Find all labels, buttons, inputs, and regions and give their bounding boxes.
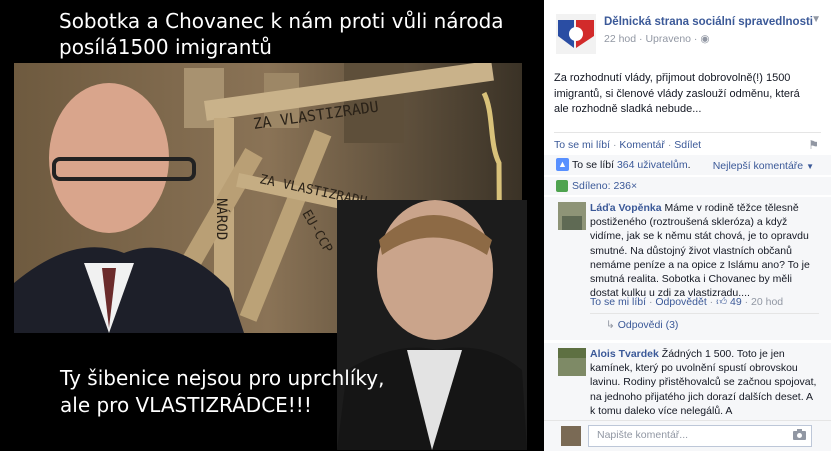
comment-composer: Napište komentář... bbox=[544, 420, 831, 451]
divider bbox=[590, 313, 819, 314]
thumbs-up-icon: 👍︎ bbox=[716, 296, 728, 308]
divider bbox=[554, 132, 821, 133]
comment: Alois Tvardek Žádných 1 500. Toto je jen… bbox=[544, 343, 831, 420]
post-meta: 22 hod · Upraveno · ◉ bbox=[604, 33, 710, 45]
post-text: Za rozhodnutí vlády, přijmout dobrovolně… bbox=[554, 72, 800, 115]
comment-avatar[interactable] bbox=[558, 348, 586, 376]
meme-caption-top: Sobotka a Chovanec k nám proti vůli náro… bbox=[59, 8, 529, 60]
flag-icon[interactable]: ⚑ bbox=[808, 138, 819, 152]
comment-body: Láďa Vopěnka Máme v rodině těžce tělesně… bbox=[590, 201, 818, 300]
reply-arrow-icon: ↳ bbox=[606, 319, 615, 331]
chevron-down-icon[interactable]: ▼ bbox=[811, 14, 821, 25]
comment-like-count[interactable]: 49 bbox=[730, 296, 742, 308]
comment: Láďa Vopěnka Máme v rodině těžce tělesně… bbox=[544, 197, 831, 340]
like-button[interactable]: To se mi líbí bbox=[554, 139, 610, 151]
page-name-link[interactable]: Dělnická strana sociální spravedlnosti bbox=[604, 16, 813, 28]
likes-suffix: . bbox=[687, 159, 691, 171]
globe-icon: ◉ bbox=[700, 33, 710, 45]
meme-caption-bottom-line2: ale pro VLASTIZRÁDCE!!! bbox=[60, 393, 312, 417]
meme-caption-bottom-line1: Ty šibenice nejsou pro uprchlíky, bbox=[60, 366, 385, 390]
likes-prefix: To se líbí bbox=[572, 159, 617, 171]
comment-sort-dropdown[interactable]: Nejlepší komentáře ▼ bbox=[713, 160, 814, 172]
comment-author-link[interactable]: Alois Tvardek bbox=[590, 348, 659, 360]
comment-text: Máme v rodině těžce tělesně postiženého … bbox=[590, 202, 810, 300]
comment-input[interactable]: Napište komentář... bbox=[588, 425, 812, 447]
likes-summary: ▲ To se líbí 364 uživatelům. Nejlepší ko… bbox=[544, 155, 831, 175]
thumbs-up-icon: ▲ bbox=[556, 158, 569, 171]
comment-avatar[interactable] bbox=[558, 202, 586, 230]
likes-count-link[interactable]: 364 uživatelům bbox=[617, 159, 688, 171]
comment-input-placeholder: Napište komentář... bbox=[597, 429, 689, 441]
share-button[interactable]: Sdílet bbox=[674, 139, 701, 151]
comment-reply-button[interactable]: Odpovědět bbox=[655, 296, 706, 308]
comment-body: Alois Tvardek Žádných 1 500. Toto je jen… bbox=[590, 347, 818, 418]
shares-summary: Sdíleno: 236× bbox=[544, 177, 831, 195]
camera-icon[interactable] bbox=[793, 429, 806, 440]
post-time[interactable]: 22 hod bbox=[604, 33, 636, 45]
post-edited[interactable]: Upraveno bbox=[645, 33, 691, 45]
post-panel: Dělnická strana sociální spravedlnosti 2… bbox=[544, 0, 831, 451]
comment-time[interactable]: 20 hod bbox=[751, 296, 783, 308]
share-icon bbox=[556, 180, 568, 192]
meme-caption-bottom: Ty šibenice nejsou pro uprchlíky, ale pr… bbox=[60, 365, 390, 419]
user-avatar bbox=[561, 426, 581, 446]
caret-down-icon: ▼ bbox=[806, 162, 814, 171]
view-replies-label: Odpovědi (3) bbox=[617, 319, 679, 331]
comment-button[interactable]: Komentář bbox=[619, 139, 665, 151]
shares-count-link[interactable]: Sdíleno: 236× bbox=[572, 180, 637, 192]
meme-caption-top-line2: posílá1500 imigrantů bbox=[59, 35, 272, 59]
view-replies-link[interactable]: ↳ Odpovědi (3) bbox=[606, 319, 678, 331]
comment-sort-label: Nejlepší komentáře bbox=[712, 160, 804, 172]
meme-caption-top-line1: Sobotka a Chovanec k nám proti vůli náro… bbox=[59, 9, 504, 33]
comment-meta: To se mi líbí · Odpovědět · 👍︎ 49 · 20 h… bbox=[590, 296, 784, 308]
gallows-text-2: NÁROD bbox=[213, 198, 230, 240]
comment-author-link[interactable]: Láďa Vopěnka bbox=[590, 202, 662, 214]
meme-image[interactable]: ZA VLASTIZRADU NÁROD ZA VLASTIZRADU EU-C… bbox=[0, 0, 540, 450]
post-actions: To se mi líbí · Komentář · Sdílet bbox=[554, 139, 702, 151]
page-avatar[interactable] bbox=[556, 14, 596, 54]
comment-like-button[interactable]: To se mi líbí bbox=[590, 296, 646, 308]
